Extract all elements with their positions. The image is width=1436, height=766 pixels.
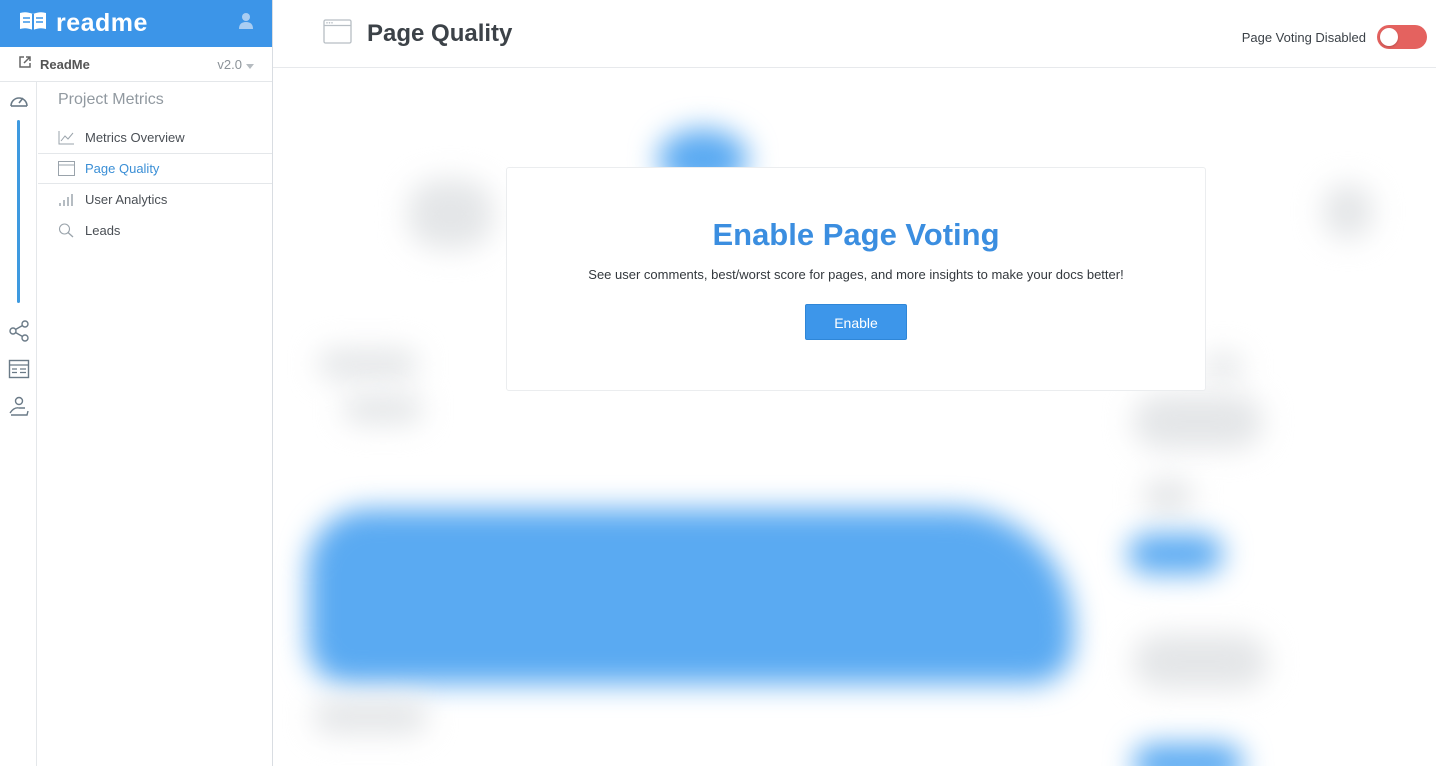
page-voting-toggle-group: Page Voting Disabled [1242, 25, 1427, 49]
nav-section-title: Project Metrics [58, 91, 164, 108]
nav-item-label: Metrics Overview [85, 130, 185, 145]
blurred-badge [1133, 744, 1243, 766]
blurred-label [318, 349, 418, 379]
browser-window-icon [58, 161, 75, 176]
book-icon [18, 10, 48, 37]
blurred-label [1203, 354, 1243, 379]
caret-down-icon [246, 57, 254, 72]
toggle-knob [1380, 28, 1398, 46]
blurred-badge [1128, 534, 1223, 574]
blurred-label [1133, 634, 1268, 689]
nav-item-user-analytics[interactable]: User Analytics [38, 184, 272, 215]
enable-button[interactable]: Enable [805, 304, 907, 340]
icon-rail [0, 82, 37, 766]
enable-voting-card: Enable Page Voting See user comments, be… [506, 167, 1206, 391]
blurred-avatar [408, 179, 493, 249]
user-icon[interactable] [238, 12, 254, 35]
brand-name: readme [56, 9, 148, 37]
external-link-icon [18, 55, 32, 74]
blurred-label [1133, 394, 1263, 449]
blurred-chart-area [308, 509, 1073, 684]
nav-item-label: Page Quality [85, 161, 160, 176]
active-section-indicator [17, 120, 20, 303]
toggle-label: Page Voting Disabled [1241, 29, 1366, 45]
sidebar: readme ReadMe v2.0 Project Metrics Metri… [0, 0, 273, 766]
line-chart-icon [58, 130, 75, 145]
magnifier-icon [58, 223, 75, 238]
bar-chart-icon [58, 192, 75, 207]
brand-logo[interactable]: readme [18, 9, 148, 38]
share-icon[interactable] [8, 320, 30, 342]
version-dropdown[interactable]: v2.0 [217, 57, 254, 72]
nav-item-leads[interactable]: Leads [38, 215, 272, 246]
nav-item-page-quality[interactable]: Page Quality [38, 153, 272, 184]
blurred-label [343, 394, 423, 424]
card-title: Enable Page Voting [712, 217, 1000, 252]
api-reference-icon[interactable] [8, 358, 30, 380]
nav-item-label: Leads [85, 223, 121, 238]
page-voting-toggle[interactable] [1377, 25, 1427, 49]
page-title: Page Quality [367, 19, 513, 47]
blurred-label [1143, 479, 1193, 514]
blurred-label [313, 699, 428, 734]
card-subtitle: See user comments, best/worst score for … [588, 267, 1124, 282]
browser-window-icon [323, 18, 352, 49]
nav-item-metrics-overview[interactable]: Metrics Overview [38, 122, 272, 153]
gauge-icon[interactable] [8, 90, 30, 112]
user-hand-icon[interactable] [8, 395, 30, 417]
blurred-avatar [1323, 184, 1373, 239]
version-label: v2.0 [217, 56, 242, 72]
metrics-nav: Project Metrics Metrics Overview Page Qu… [38, 82, 272, 246]
project-link[interactable]: ReadMe [18, 55, 90, 74]
project-name: ReadMe [40, 56, 90, 72]
nav-item-label: User Analytics [85, 192, 168, 207]
page-header: Page Quality Page Voting Disabled [273, 0, 1436, 68]
project-bar: ReadMe v2.0 [0, 47, 272, 82]
brand-bar: readme [0, 0, 272, 47]
